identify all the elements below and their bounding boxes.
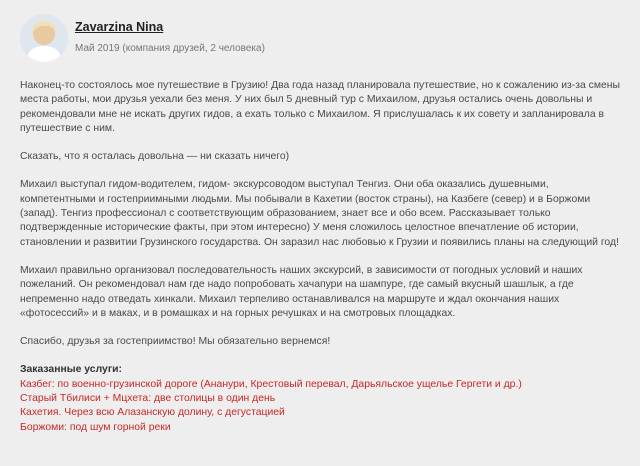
review-paragraph: Спасибо, друзья за гостеприимство! Мы об… — [20, 336, 331, 348]
review-paragraph: Сказать, что я осталась довольна — ни ск… — [20, 151, 290, 163]
service-link-kakheti[interactable]: Кахетия. Через всю Алазанскую долину, с … — [20, 406, 620, 420]
avatar-photo — [20, 14, 68, 62]
author-name-link[interactable]: Zavarzina Nina — [75, 20, 163, 34]
service-link-old-tbilisi[interactable]: Старый Тбилиси + Мцхета: две столицы в о… — [20, 392, 620, 406]
ordered-services-title: Заказанные услуги: — [20, 364, 123, 376]
ordered-services-list: Казбег: по военно-грузинской дороге (Ана… — [20, 378, 620, 435]
review-paragraph: Михаил правильно организовал последовате… — [20, 264, 583, 319]
review-body: Наконец-то состоялось мое путешествие в … — [20, 79, 620, 435]
user-avatar[interactable] — [20, 14, 68, 62]
service-link-kazbegi[interactable]: Казбег: по военно-грузинской дороге (Ана… — [20, 378, 620, 392]
review-paragraph: Наконец-то состоялось мое путешествие в … — [20, 80, 620, 134]
review-paragraph: Михаил выступал гидом-водителем, гидом- … — [20, 179, 619, 248]
review-card: Zavarzina Nina Май 2019 (компания друзей… — [0, 0, 640, 466]
review-date-meta: Май 2019 (компания друзей, 2 человека) — [75, 43, 265, 54]
service-link-borjomi[interactable]: Боржоми: под шум горной реки — [20, 421, 620, 435]
